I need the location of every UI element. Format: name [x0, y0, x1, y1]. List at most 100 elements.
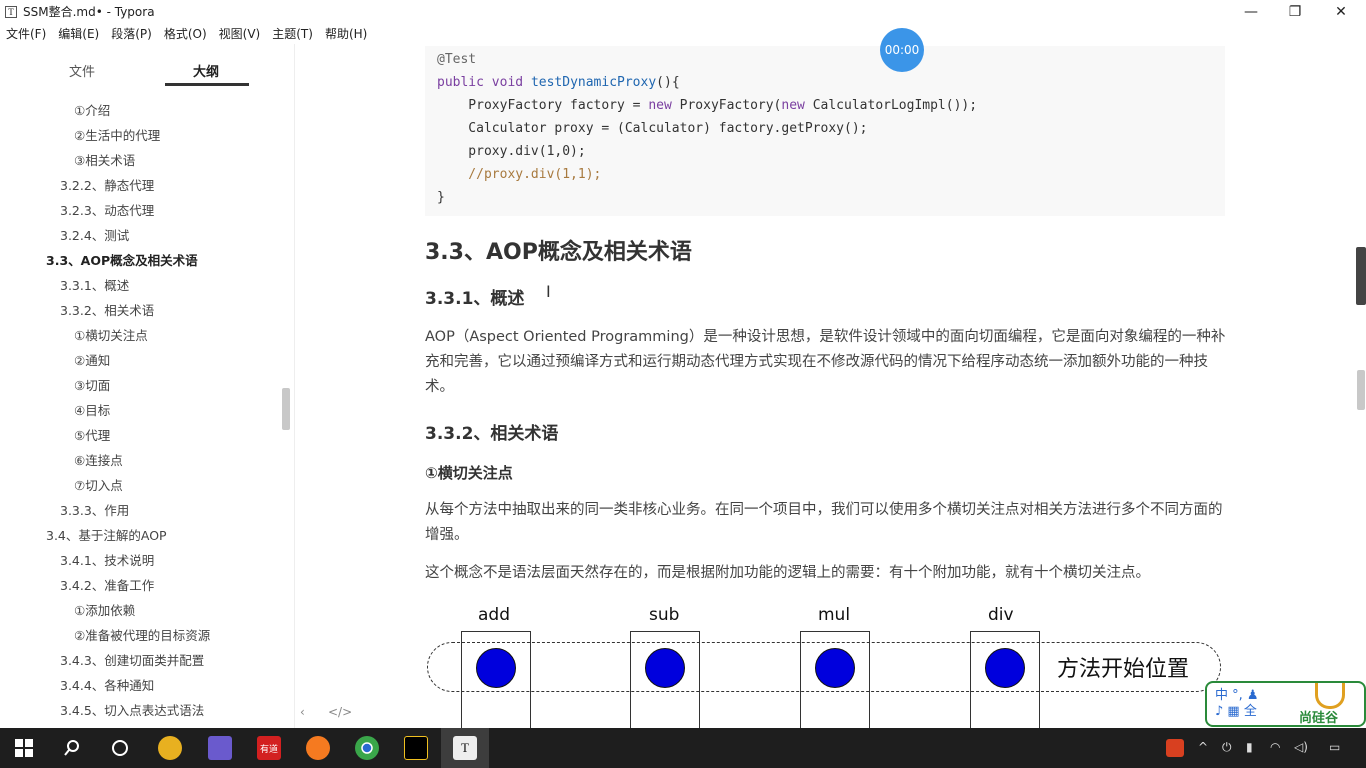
outline-item[interactable]: 3.3.2、相关术语 — [60, 300, 154, 322]
code-line: ProxyFactory factory = new ProxyFactory(… — [437, 94, 1213, 117]
notification-icon[interactable]: ▭ — [1329, 740, 1340, 754]
code-text: ProxyFactory factory = — [437, 98, 649, 113]
firefox-icon[interactable] — [306, 736, 330, 760]
method-start-label: 方法开始位置 — [1057, 657, 1190, 682]
editor-scrollbar[interactable] — [1357, 370, 1365, 410]
chrome-icon[interactable] — [355, 736, 379, 760]
outline-item[interactable]: ③相关术语 — [74, 150, 135, 172]
ime-toolbar[interactable]: 中 °, ♟ ♪ ▦ 全 — [1215, 688, 1259, 720]
device-icon[interactable]: ▮ — [1246, 740, 1253, 754]
editor-area[interactable]: @Test public void testDynamicProxy(){ Pr… — [296, 44, 1356, 728]
outline-item[interactable]: 3.4、基于注解的AOP — [46, 525, 167, 547]
outline-item[interactable]: 3.2.4、测试 — [60, 225, 129, 247]
code-line: proxy.div(1,0); — [437, 144, 586, 159]
outline-item[interactable]: ①添加依赖 — [74, 600, 135, 622]
outline-item[interactable]: ②生活中的代理 — [74, 125, 160, 147]
restore-button[interactable]: ❐ — [1272, 0, 1318, 23]
code-line: public void testDynamicProxy(){ — [437, 71, 1213, 94]
brand-logo-icon — [1315, 683, 1345, 709]
sougou-tray-icon[interactable] — [1166, 739, 1184, 757]
outline-item[interactable]: 3.2.2、静态代理 — [60, 175, 154, 197]
menu-help[interactable]: 帮助(H) — [319, 25, 373, 42]
volume-icon[interactable]: ◁) — [1294, 740, 1308, 754]
sidebar-scrollbar[interactable] — [282, 388, 290, 430]
sidebar: 文件 大纲 ①介绍 ②生活中的代理 ③相关术语 3.2.2、静态代理 3.2.3… — [0, 44, 295, 728]
outline-item[interactable]: ②准备被代理的目标资源 — [74, 625, 210, 647]
active-tab-indicator — [165, 83, 249, 86]
code-function: testDynamicProxy — [530, 75, 657, 90]
method-label-add: add — [478, 605, 510, 625]
ime-line: 中 °, ♟ — [1215, 688, 1259, 703]
tab-files[interactable]: 文件 — [69, 61, 95, 80]
menu-bar: 文件(F) 编辑(E) 段落(P) 格式(O) 视图(V) 主题(T) 帮助(H… — [0, 23, 373, 44]
paragraph-crosscut-1: 从每个方法中抽取出来的同一类非核心业务。在同一个项目中，我们可以使用多个横切关注… — [425, 502, 1223, 543]
heading-terms: 3.3.2、相关术语 — [425, 424, 559, 444]
wifi-icon[interactable]: ◠ — [1270, 740, 1280, 754]
heading-overview: 3.3.1、概述 — [425, 289, 525, 309]
typora-taskbar-icon[interactable]: T — [453, 736, 477, 760]
youdao-app-icon[interactable]: 有道 — [257, 736, 281, 760]
joinpoint-dot — [985, 648, 1025, 688]
menu-edit[interactable]: 编辑(E) — [52, 25, 105, 42]
close-button[interactable]: ✕ — [1318, 0, 1364, 23]
code-block[interactable]: @Test public void testDynamicProxy(){ Pr… — [425, 46, 1225, 216]
outline-item[interactable]: 3.3.1、概述 — [60, 275, 129, 297]
crosscut-diagram: add sub mul div 方法开始位置 — [425, 599, 1225, 728]
code-line: Calculator proxy = (Calculator) factory.… — [437, 121, 868, 136]
outline-item[interactable]: ③切面 — [74, 375, 110, 397]
intellij-icon[interactable] — [404, 736, 428, 760]
outline-item[interactable]: 3.4.1、技术说明 — [60, 550, 154, 572]
task-view-icon[interactable] — [108, 736, 132, 760]
search-icon[interactable] — [60, 736, 84, 760]
code-text: (){ — [656, 75, 680, 90]
title-bar: T SSM整合.md• - Typora — ❐ ✕ — [0, 0, 1366, 23]
outline-item[interactable]: 3.4.2、准备工作 — [60, 575, 154, 597]
overlay-handle[interactable] — [1356, 247, 1366, 305]
method-label-sub: sub — [649, 605, 680, 625]
network-app-icon[interactable]: ⏻ — [1222, 740, 1232, 755]
code-text: CalculatorLogImpl()); — [804, 98, 978, 113]
menu-file[interactable]: 文件(F) — [0, 25, 52, 42]
menu-theme[interactable]: 主题(T) — [266, 25, 319, 42]
paragraph-overview: AOP（Aspect Oriented Programming）是一种设计思想，… — [425, 329, 1226, 395]
outline-item[interactable]: ⑤代理 — [74, 425, 110, 447]
outline-item[interactable]: 3.4.4、各种通知 — [60, 675, 154, 697]
heading-aop-concepts: 3.3、AOP概念及相关术语 — [425, 240, 692, 265]
outline-item[interactable]: 3.4.5、切入点表达式语法 — [60, 700, 204, 722]
method-label-mul: mul — [818, 605, 851, 625]
menu-paragraph[interactable]: 段落(P) — [105, 25, 158, 42]
code-line: } — [437, 190, 445, 205]
heading-crosscut: ①横切关注点 — [425, 464, 513, 482]
outline-item[interactable]: ⑦切入点 — [74, 475, 123, 497]
code-text: ProxyFactory( — [671, 98, 782, 113]
code-keyword: public — [437, 75, 484, 90]
outline-item[interactable]: ①介绍 — [74, 100, 110, 122]
outline-item[interactable]: ④目标 — [74, 400, 110, 422]
sidebar-tabs: 文件 大纲 — [0, 44, 294, 90]
outline-item[interactable]: ①横切关注点 — [74, 325, 148, 347]
outline-item[interactable]: 3.4.3、创建切面类并配置 — [60, 650, 204, 672]
code-keyword: new — [648, 98, 672, 113]
menu-format[interactable]: 格式(O) — [158, 25, 213, 42]
ime-floating-widget[interactable]: 中 °, ♟ ♪ ▦ 全 尚硅谷 — [1205, 681, 1366, 727]
joinpoint-dot — [815, 648, 855, 688]
outline-item[interactable]: 3.2.3、动态代理 — [60, 200, 154, 222]
method-label-div: div — [988, 605, 1014, 625]
recording-timer[interactable]: 00:00 — [880, 28, 924, 72]
windows-start-icon[interactable] — [12, 736, 36, 760]
vs-app-icon[interactable] — [208, 736, 232, 760]
tab-outline[interactable]: 大纲 — [193, 61, 219, 80]
minimize-button[interactable]: — — [1228, 0, 1274, 23]
pet-app-icon[interactable] — [158, 736, 182, 760]
window-title: SSM整合.md• - Typora — [23, 5, 155, 19]
outline-item[interactable]: ②通知 — [74, 350, 110, 372]
outline-item[interactable]: 3.3.3、作用 — [60, 500, 129, 522]
ime-line: ♪ ▦ 全 — [1215, 704, 1257, 719]
code-keyword: void — [491, 75, 524, 90]
menu-view[interactable]: 视图(V) — [213, 25, 267, 42]
typora-app-icon: T — [5, 5, 17, 18]
joinpoint-dot — [476, 648, 516, 688]
outline-item-active[interactable]: 3.3、AOP概念及相关术语 — [46, 250, 198, 272]
tray-expand-icon[interactable]: ^ — [1198, 740, 1208, 754]
outline-item[interactable]: ⑥连接点 — [74, 450, 123, 472]
